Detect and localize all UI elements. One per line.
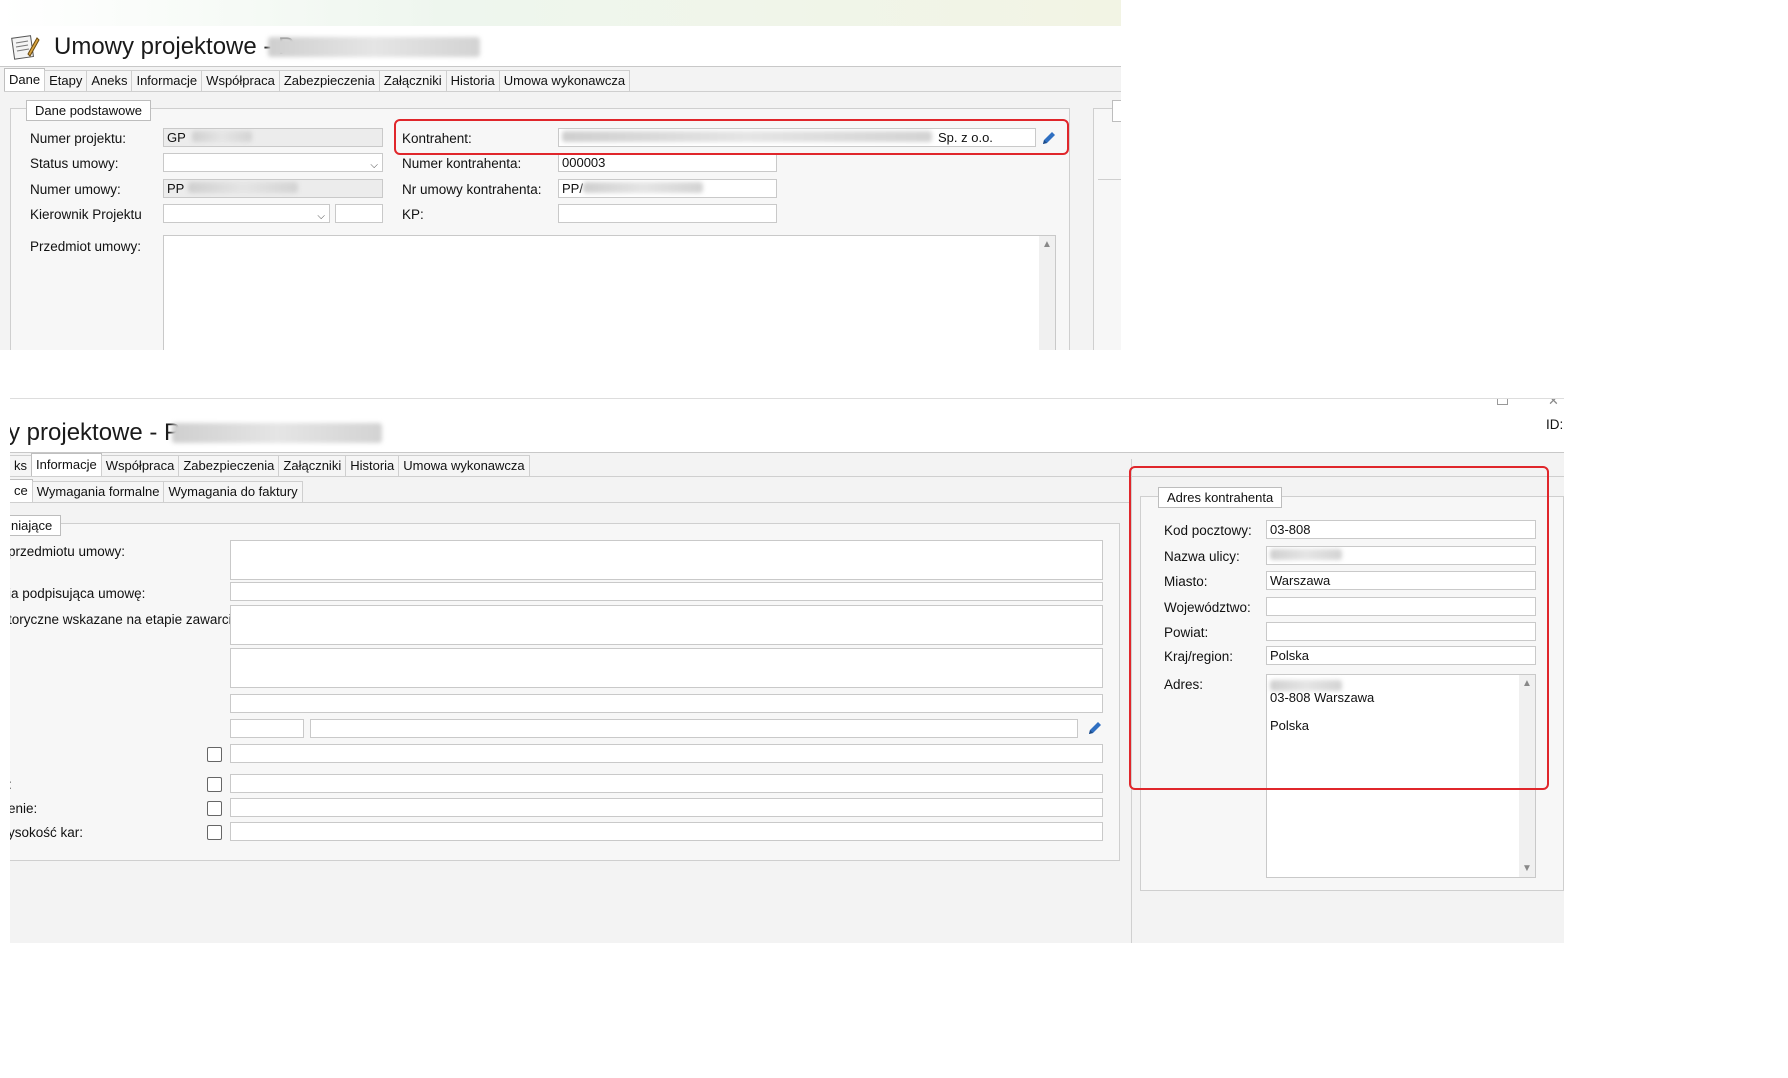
toryczne-field-2[interactable] — [230, 648, 1103, 688]
tab-etapy[interactable]: Etapy — [44, 70, 88, 91]
redacted-text — [191, 131, 252, 142]
checkbox-3-field[interactable] — [230, 798, 1103, 817]
id-label: ID: — [1546, 417, 1564, 432]
checkbox-3[interactable] — [207, 801, 222, 816]
adres-highlight — [1129, 466, 1549, 790]
notepad-icon — [11, 35, 40, 60]
przedmiot-field[interactable] — [230, 540, 1103, 580]
numer-umowy-label: Numer umowy: — [30, 182, 121, 197]
redacted-text — [582, 182, 703, 193]
top-window: Umowy projektowe - P Dane Etapy Aneks In… — [0, 0, 1121, 350]
tab-dane[interactable]: Dane — [4, 68, 46, 91]
checkbox-2-field[interactable] — [230, 774, 1103, 793]
sub-tabs: ce Wymagania formalne Wymagania do faktu… — [10, 479, 1129, 503]
toryczne-field-1[interactable] — [230, 605, 1103, 645]
kierownik-select[interactable]: ⌵ — [163, 204, 330, 223]
przedmiot-label: Przedmiot umowy: — [30, 239, 142, 254]
wide-field[interactable] — [310, 719, 1078, 738]
extra-field[interactable] — [230, 694, 1103, 713]
tab-wspolpraca[interactable]: Współpraca — [100, 455, 180, 476]
checkbox-4[interactable] — [207, 825, 222, 840]
page-title: Umowy projektowe - P — [54, 33, 295, 60]
tab-informacje[interactable]: Informacje — [131, 70, 203, 91]
kp-label: KP: — [402, 207, 424, 222]
right-group — [1093, 108, 1121, 350]
tab-wspolpraca[interactable]: Współpraca — [201, 70, 280, 91]
tab-zalaczniki[interactable]: Załączniki — [278, 455, 347, 476]
wysokosc-kar-label: ysokość kar: — [10, 825, 84, 840]
title-redacted — [172, 423, 382, 443]
scroll-down-icon[interactable]: ▼ — [1522, 863, 1532, 874]
tab-zabezpieczenia[interactable]: Zabezpieczenia — [278, 70, 380, 91]
podpisujaca-label: ja podpisująca umowę: — [10, 586, 146, 601]
left-group-legend: niające — [10, 515, 62, 536]
page-title: y projektowe - P — [10, 419, 181, 446]
redacted-text — [188, 182, 299, 193]
chevron-down-icon: ⌵ — [317, 211, 325, 222]
przedmiot-label: przedmiotu umowy: — [10, 544, 126, 559]
bottom-window: ✕ y projektowe - P ID: ks Informacje Wsp… — [10, 398, 1564, 943]
tab-informacje[interactable]: Informacje — [31, 453, 102, 476]
subtab-wymagania-formalne[interactable]: Wymagania formalne — [31, 481, 165, 502]
top-gradient-strip — [0, 0, 1121, 26]
right-group-legend — [1112, 100, 1121, 122]
kp-field[interactable] — [558, 204, 777, 223]
podpisujaca-field[interactable] — [230, 582, 1103, 601]
small-field[interactable] — [230, 719, 304, 738]
subtab-ce[interactable]: ce — [10, 479, 33, 502]
right-group-divider — [1098, 179, 1121, 180]
chevron-down-icon: ⌵ — [370, 160, 378, 171]
numer-kontrahenta-label: Numer kontrahenta: — [402, 156, 522, 171]
colon-label: : — [10, 777, 12, 792]
przedmiot-textarea[interactable]: ▲ — [163, 235, 1056, 350]
enie-label: enie: — [10, 801, 38, 816]
edit-pencil-icon[interactable] — [1086, 719, 1104, 737]
close-icon[interactable]: ✕ — [1548, 399, 1559, 409]
nr-umowy-kontrahenta-label: Nr umowy kontrahenta: — [402, 182, 542, 197]
tab-zabezpieczenia[interactable]: Zabezpieczenia — [178, 455, 280, 476]
tab-historia[interactable]: Historia — [345, 455, 400, 476]
kontrahent-highlight — [394, 119, 1069, 155]
tab-umowa-wykonawcza[interactable]: Umowa wykonawcza — [498, 70, 631, 91]
kierownik-code-field[interactable] — [335, 204, 383, 223]
tab-aneks[interactable]: Aneks — [86, 70, 133, 91]
nr-umowy-kontrahenta-field[interactable]: PP/ — [558, 179, 777, 198]
tab-aneks[interactable]: ks — [10, 455, 32, 476]
numer-projektu-field[interactable]: GP — [163, 128, 383, 147]
kierownik-label: Kierownik Projektu — [30, 207, 142, 222]
subtab-wymagania-do-faktury[interactable]: Wymagania do faktury — [163, 481, 303, 502]
checkbox-4-field[interactable] — [230, 822, 1103, 841]
scroll-up-icon[interactable]: ▲ — [1042, 239, 1052, 250]
numer-umowy-field[interactable]: PP — [163, 179, 383, 198]
scrollbar[interactable]: ▲ — [1039, 236, 1055, 350]
numer-projektu-label: Numer projektu: — [30, 131, 127, 146]
main-tabs: Dane Etapy Aneks Informacje Współpraca Z… — [4, 68, 1121, 92]
status-umowy-select[interactable]: ⌵ — [163, 153, 383, 172]
numer-kontrahenta-field[interactable]: 000003 — [558, 153, 777, 172]
title-redacted — [268, 37, 480, 57]
checkbox-1[interactable] — [207, 747, 222, 762]
dane-podstawowe-legend: Dane podstawowe — [26, 100, 151, 121]
tab-historia[interactable]: Historia — [445, 70, 500, 91]
checkbox-1-field[interactable] — [230, 744, 1103, 763]
tab-zalaczniki[interactable]: Załączniki — [378, 70, 447, 91]
toryczne-label: toryczne wskazane na etapie zawarcia: — [10, 612, 243, 627]
restore-icon[interactable] — [1497, 399, 1508, 405]
tab-umowa-wykonawcza[interactable]: Umowa wykonawcza — [398, 455, 530, 476]
status-umowy-label: Status umowy: — [30, 156, 119, 171]
checkbox-2[interactable] — [207, 777, 222, 792]
